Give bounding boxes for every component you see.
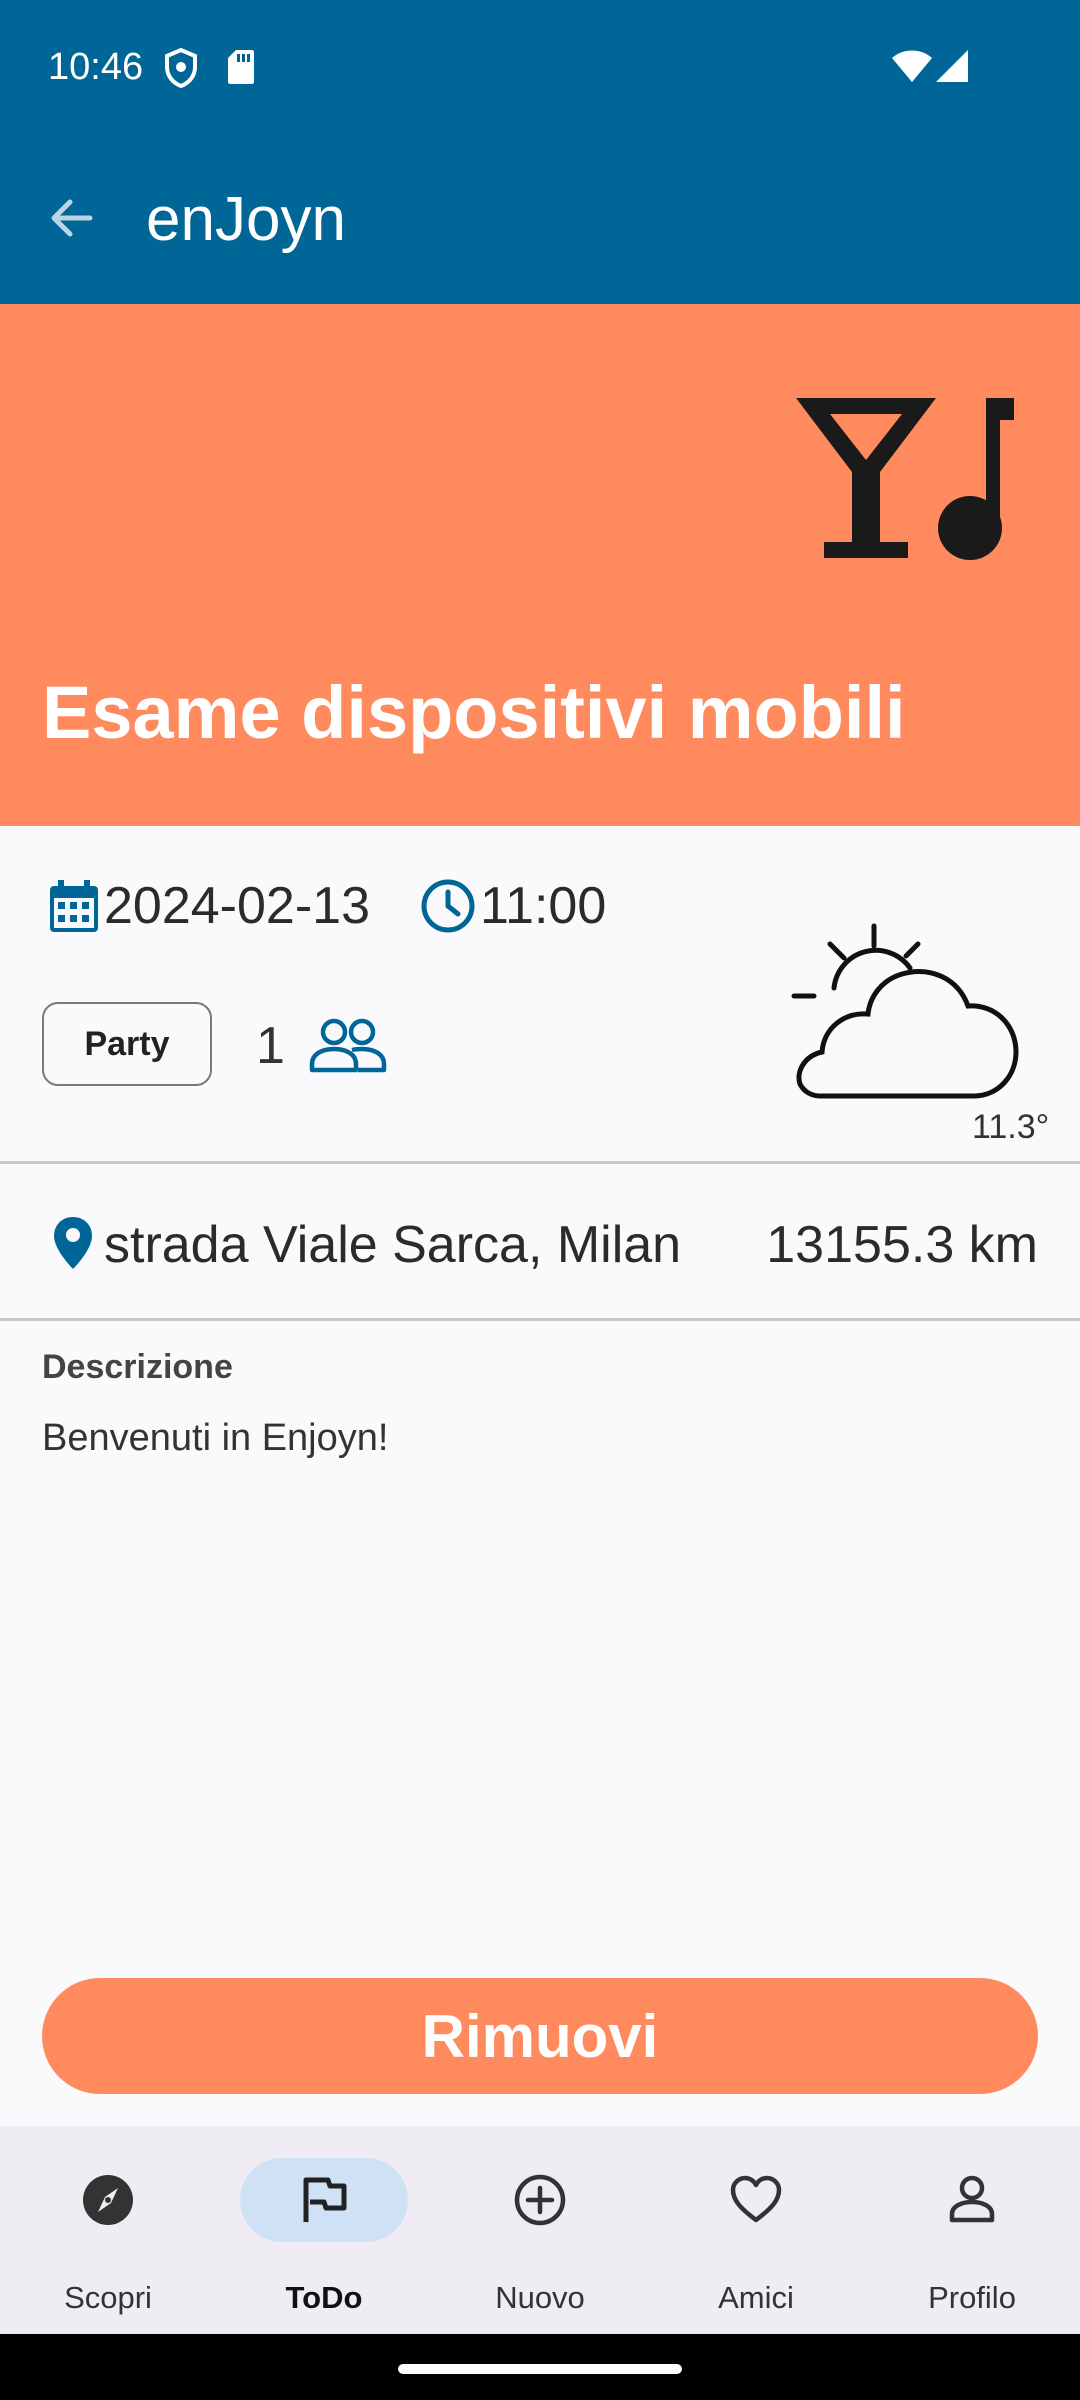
divider [0,1161,1080,1164]
clock-icon [421,879,475,933]
divider [0,1318,1080,1321]
signal-icon [936,50,968,82]
heart-icon [730,2175,782,2223]
event-info: 2024-02-13 11:00 Party 1 11.3° [0,826,1080,1162]
add-circle-icon [514,2174,566,2226]
event-hero: Esame dispositivi mobili [0,304,1080,826]
status-bar: 10:46 [0,0,1080,136]
event-distance: 13155.3 km [766,1216,1038,1274]
description-text: Benvenuti in Enjoyn! [42,1417,389,1459]
event-date: 2024-02-13 [104,877,370,935]
nav-item-amici[interactable]: Amici [648,2126,864,2334]
participants-count: 1 [256,1017,285,1075]
nav-item-nuovo[interactable]: Nuovo [432,2126,648,2334]
app-logo: enJoyn [146,185,346,254]
sd-card-icon [228,50,254,84]
temperature: 11.3° [972,1108,1050,1146]
wifi-icon [892,50,932,82]
app-bar: enJoyn [0,136,1080,304]
description-section: Descrizione Benvenuti in Enjoyn! [42,1348,1042,1460]
bottom-navigation: Scopri ToDo Nuovo Amici Profilo [0,2126,1080,2334]
partly-cloudy-icon [791,923,1019,1099]
nav-label: Scopri [64,2280,152,2315]
compass-icon [83,2175,133,2225]
flag-icon [303,2177,347,2222]
status-time: 10:46 [48,46,144,88]
location-pin-icon [54,1217,92,1269]
event-location[interactable]: strada Viale Sarca, Milan 13155.3 km [0,1165,1080,1320]
nav-item-todo[interactable]: ToDo [216,2126,432,2334]
event-address: strada Viale Sarca, Milan [104,1216,682,1274]
remove-button[interactable]: Rimuovi [42,1978,1038,2094]
gesture-handle[interactable] [398,2364,682,2374]
nav-item-profilo[interactable]: Profilo [864,2126,1080,2334]
gesture-bar [0,2334,1080,2400]
shield-icon [165,48,197,88]
description-label: Descrizione [42,1348,233,1386]
person-icon [949,2175,995,2223]
nav-label: Profilo [928,2280,1016,2315]
nav-label: Amici [718,2280,794,2315]
svg-text:enJoyn: enJoyn [146,185,346,254]
arrow-back-icon[interactable] [40,186,104,250]
nav-label: Nuovo [495,2280,585,2315]
event-title: Esame dispositivi mobili [42,671,906,754]
event-time: 11:00 [480,877,607,935]
nav-item-scopri[interactable]: Scopri [0,2126,216,2334]
calendar-icon [50,880,98,932]
cocktail-music-icon [796,398,1014,560]
category-chip[interactable]: Party [42,1002,212,1086]
nav-label: ToDo [285,2280,363,2315]
people-icon[interactable] [308,1016,388,1076]
